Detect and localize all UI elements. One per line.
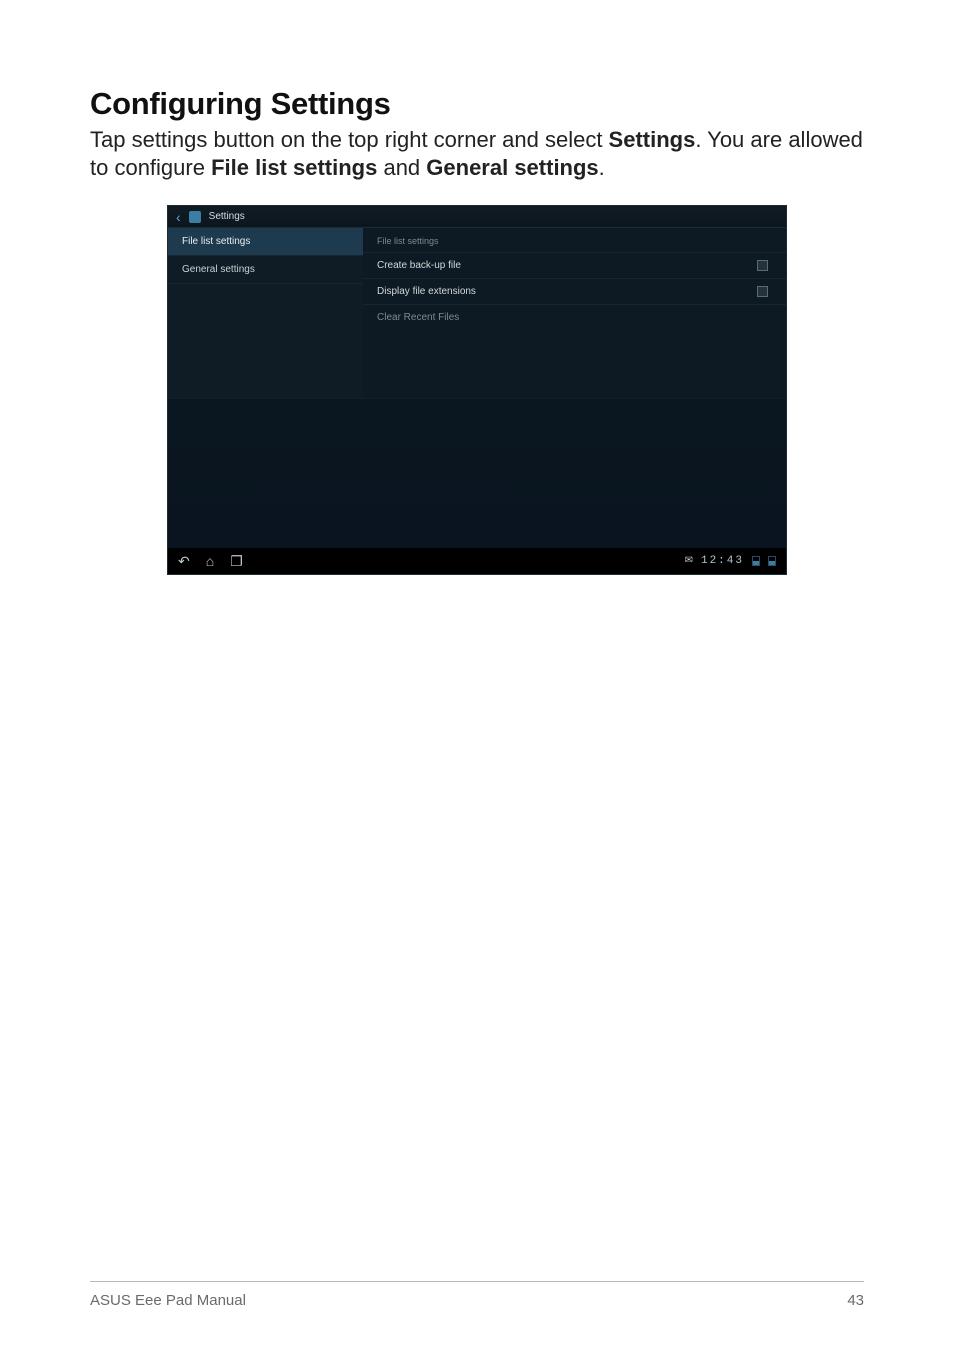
bold-file-list-settings: File list settings bbox=[211, 155, 377, 180]
section-body: Tap settings button on the top right cor… bbox=[90, 126, 864, 181]
settings-sidebar: File list settings General settings bbox=[168, 228, 363, 398]
nav-home-icon[interactable]: ⌂ bbox=[206, 554, 214, 568]
row-label: Display file extensions bbox=[377, 286, 476, 297]
manual-page: Configuring Settings Tap settings button… bbox=[0, 0, 954, 1357]
footer-manual-title: ASUS Eee Pad Manual bbox=[90, 1292, 246, 1309]
row-clear-recent-files[interactable]: Clear Recent Files bbox=[363, 304, 786, 330]
status-area[interactable]: ✉ 12:43 bbox=[685, 555, 776, 567]
checkbox-display-extensions[interactable] bbox=[757, 286, 768, 297]
app-title-bar: ‹ Settings bbox=[168, 206, 786, 228]
nav-buttons: ↶ ⌂ ❐ bbox=[178, 554, 243, 568]
title-bar-label: Settings bbox=[209, 211, 245, 222]
status-clock: 12:43 bbox=[701, 555, 744, 567]
section-heading: Configuring Settings bbox=[90, 86, 864, 122]
bold-general-settings: General settings bbox=[426, 155, 598, 180]
text-fragment: and bbox=[377, 155, 426, 180]
back-chevron-icon[interactable]: ‹ bbox=[176, 210, 181, 224]
page-footer: ASUS Eee Pad Manual 43 bbox=[90, 1281, 864, 1309]
text-fragment: . bbox=[599, 155, 605, 180]
wifi-icon bbox=[752, 556, 760, 566]
nav-back-icon[interactable]: ↶ bbox=[178, 554, 190, 568]
footer-page-number: 43 bbox=[847, 1292, 864, 1309]
notification-icon: ✉ bbox=[685, 556, 693, 566]
bold-settings: Settings bbox=[609, 127, 696, 152]
app-icon bbox=[189, 211, 201, 223]
row-display-file-extensions[interactable]: Display file extensions bbox=[363, 278, 786, 304]
settings-panel: File list settings Create back-up file D… bbox=[363, 228, 786, 398]
empty-area bbox=[168, 398, 786, 548]
embedded-screenshot: ‹ Settings File list settings General se… bbox=[167, 205, 787, 575]
row-label: Clear Recent Files bbox=[377, 312, 459, 323]
sidebar-item-general-settings[interactable]: General settings bbox=[168, 256, 363, 284]
row-label: Create back-up file bbox=[377, 260, 461, 271]
row-create-backup-file[interactable]: Create back-up file bbox=[363, 252, 786, 278]
panel-section-title: File list settings bbox=[363, 228, 786, 252]
android-tablet-ui: ‹ Settings File list settings General se… bbox=[167, 205, 787, 575]
checkbox-create-backup[interactable] bbox=[757, 260, 768, 271]
settings-content: File list settings General settings File… bbox=[168, 228, 786, 398]
system-nav-bar: ↶ ⌂ ❐ ✉ 12:43 bbox=[168, 548, 786, 574]
battery-icon bbox=[768, 556, 776, 566]
sidebar-item-file-list-settings[interactable]: File list settings bbox=[168, 228, 363, 256]
nav-recent-icon[interactable]: ❐ bbox=[230, 554, 243, 568]
text-fragment: Tap settings button on the top right cor… bbox=[90, 127, 609, 152]
